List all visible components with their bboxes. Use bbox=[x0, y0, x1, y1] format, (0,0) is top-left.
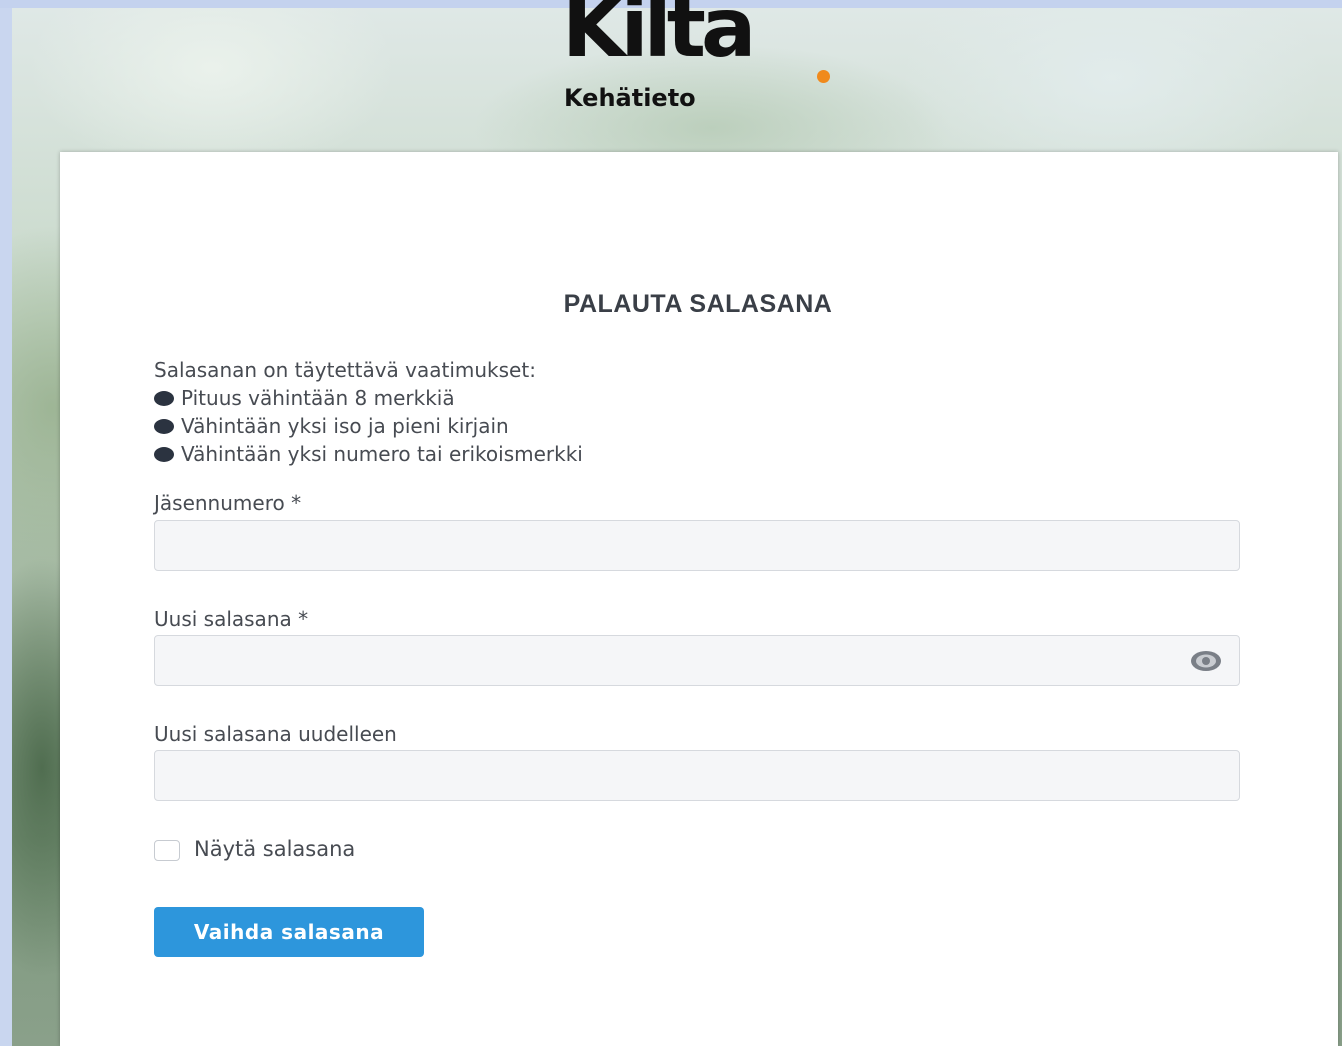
bullet-icon bbox=[154, 390, 174, 406]
requirement-text: Vähintään yksi numero tai erikoismerkki bbox=[181, 442, 583, 466]
new-password-input[interactable] bbox=[154, 635, 1240, 686]
requirement-item: Vähintään yksi iso ja pieni kirjain bbox=[154, 412, 583, 440]
requirement-text: Pituus vähintään 8 merkkiä bbox=[181, 386, 455, 410]
logo-wordmark: Kilta bbox=[562, 0, 756, 76]
logo-subtitle: Kehätieto bbox=[564, 84, 696, 112]
bullet-icon bbox=[154, 446, 174, 462]
requirement-text: Vähintään yksi iso ja pieni kirjain bbox=[181, 414, 509, 438]
show-password-checkbox[interactable] bbox=[154, 840, 180, 861]
show-password-label[interactable]: Näytä salasana bbox=[194, 837, 355, 861]
new-password-again-input[interactable] bbox=[154, 750, 1240, 801]
member-number-label: Jäsennumero * bbox=[154, 491, 302, 515]
new-password-again-label: Uusi salasana uudelleen bbox=[154, 722, 397, 746]
show-password-toggle[interactable] bbox=[1190, 650, 1222, 672]
requirements-intro: Salasanan on täytettävä vaatimukset: bbox=[154, 358, 536, 382]
new-password-label: Uusi salasana * bbox=[154, 607, 309, 631]
bullet-icon bbox=[154, 418, 174, 434]
requirement-item: Vähintään yksi numero tai erikoismerkki bbox=[154, 440, 583, 468]
change-password-button[interactable]: Vaihda salasana bbox=[154, 907, 424, 957]
password-requirements: Salasanan on täytettävä vaatimukset: Pit… bbox=[154, 356, 583, 468]
logo-dot bbox=[817, 70, 830, 83]
screenshot-frame: Kilta Kehätieto PALAUTA SALASANA Salasan… bbox=[0, 0, 1342, 1046]
requirement-item: Pituus vähintään 8 merkkiä bbox=[154, 384, 583, 412]
page-title: PALAUTA SALASANA bbox=[563, 290, 833, 318]
eye-icon bbox=[1191, 651, 1221, 671]
member-number-input[interactable] bbox=[154, 520, 1240, 571]
kilta-logo: Kilta Kehätieto bbox=[562, 0, 842, 116]
